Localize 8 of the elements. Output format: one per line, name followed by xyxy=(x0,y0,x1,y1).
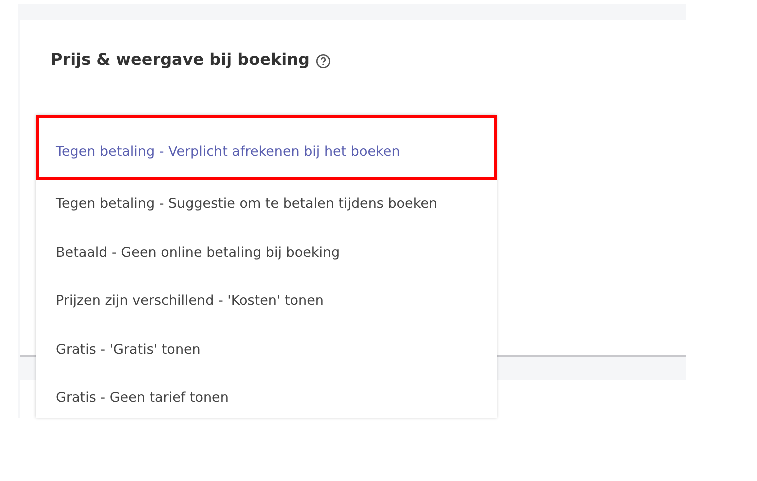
dropdown-option[interactable]: Betaald - Geen online betaling bij boeking xyxy=(36,228,497,277)
dropdown-option[interactable]: Prijzen zijn verschillend - 'Kosten' tonen xyxy=(36,277,497,326)
section-title: Prijs & weergave bij boeking xyxy=(51,50,310,69)
dropdown-option[interactable]: Gratis - 'Gratis' tonen xyxy=(36,326,497,374)
help-icon[interactable] xyxy=(316,54,331,68)
dropdown-option[interactable]: Gratis - Geen tarief tonen xyxy=(36,374,497,418)
dropdown-option[interactable]: Tegen betaling - Suggestie om te betalen tijdens boeken xyxy=(36,180,497,228)
dropdown-option[interactable]: Tegen betaling - Verplicht afrekenen bij het boeken xyxy=(36,115,497,180)
